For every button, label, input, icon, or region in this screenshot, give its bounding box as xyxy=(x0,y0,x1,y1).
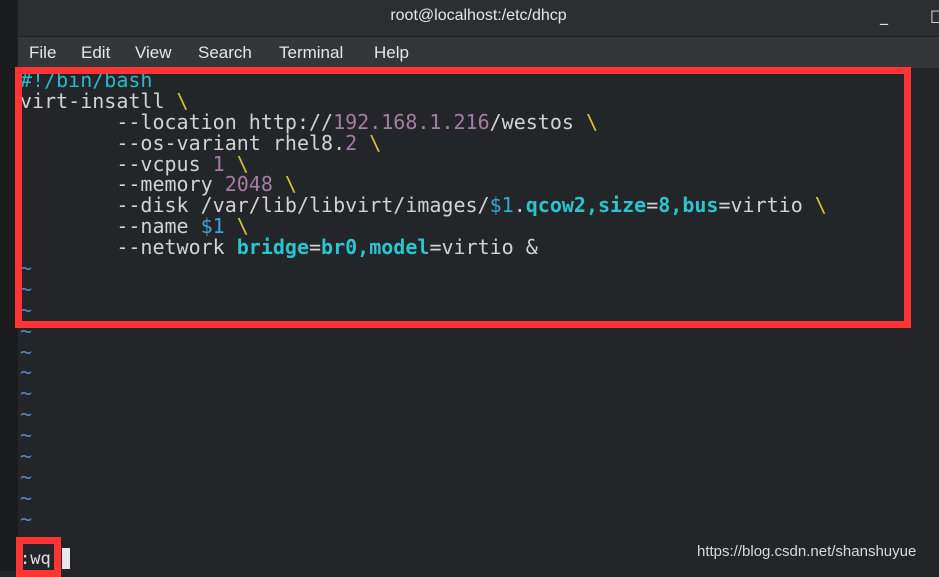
cursor xyxy=(62,548,70,569)
empty-line-tilde: ~ xyxy=(20,381,33,406)
empty-line-tilde: ~ xyxy=(20,506,33,531)
empty-line-tilde: ~ xyxy=(20,402,33,427)
empty-line-tilde: ~ xyxy=(20,360,33,385)
menu-file[interactable]: File xyxy=(29,43,56,63)
empty-line-tilde: ~ xyxy=(20,464,33,489)
minimize-button[interactable]: _ xyxy=(880,6,888,25)
menu-help[interactable]: Help xyxy=(374,43,409,63)
menu-bar: File Edit View Search Terminal Help xyxy=(18,37,939,68)
highlight-box-script xyxy=(15,67,911,328)
empty-line-tilde: ~ xyxy=(20,339,33,364)
menu-search[interactable]: Search xyxy=(198,43,252,63)
highlight-box-command xyxy=(16,537,61,577)
menu-terminal[interactable]: Terminal xyxy=(279,43,343,63)
empty-line-tilde: ~ xyxy=(20,423,33,448)
maximize-button[interactable]: □ xyxy=(930,6,939,25)
menu-edit[interactable]: Edit xyxy=(81,43,110,63)
window-title: root@localhost:/etc/dhcp xyxy=(390,7,567,24)
empty-line-tilde: ~ xyxy=(20,444,33,469)
menu-view[interactable]: View xyxy=(135,43,172,63)
title-bar: root@localhost:/etc/dhcp _ □ xyxy=(18,0,939,37)
empty-line-tilde: ~ xyxy=(20,485,33,510)
watermark: https://blog.csdn.net/shanshuyue xyxy=(697,543,917,560)
